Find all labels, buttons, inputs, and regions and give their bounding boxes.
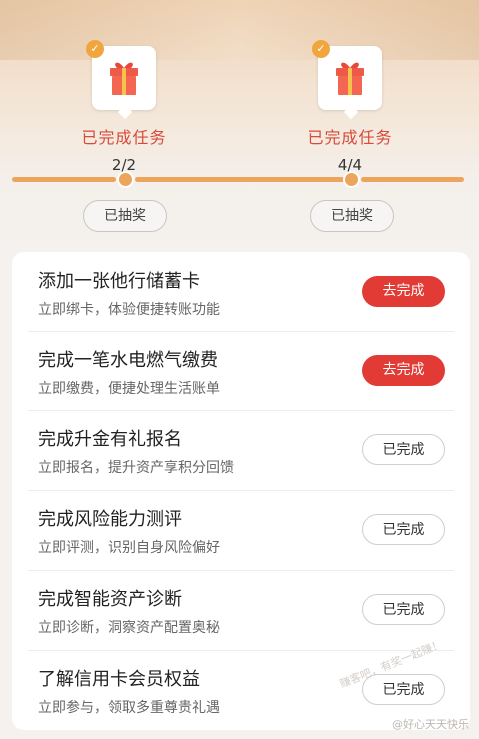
task-subtitle: 立即参与，领取多重尊贵礼遇: [38, 700, 220, 716]
completed-button[interactable]: 已完成: [362, 514, 445, 545]
claimed-button-2[interactable]: 已抽奖: [310, 200, 394, 232]
reward-status: 已完成任务: [307, 128, 393, 147]
gift-icon: [336, 62, 364, 95]
gift-icon: [110, 62, 138, 95]
reward-count: 4/4: [337, 156, 363, 174]
task-title: 完成一笔水电燃气缴费: [38, 350, 218, 371]
check-badge-icon: ✓: [86, 40, 104, 58]
task-title: 完成智能资产诊断: [38, 589, 182, 610]
task-item: 完成风险能力测评 立即评测，识别自身风险偏好 已完成: [12, 490, 470, 569]
task-item: 添加一张他行储蓄卡 立即绑卡，体验便捷转账功能 去完成: [12, 252, 470, 331]
reward-milestone-2[interactable]: ✓ 已完成任务 4/4: [280, 40, 420, 174]
progress-segment: [361, 177, 464, 182]
task-subtitle: 立即评测，识别自身风险偏好: [38, 540, 220, 556]
task-subtitle: 立即报名，提升资产享积分回馈: [38, 460, 234, 476]
check-badge-icon: ✓: [312, 40, 330, 58]
reward-count: 2/2: [111, 156, 137, 174]
task-item: 完成智能资产诊断 立即诊断，洞察资产配置奥秘 已完成: [12, 570, 470, 649]
task-item: 完成一笔水电燃气缴费 立即缴费，便捷处理生活账单 去完成: [12, 331, 470, 410]
go-complete-button[interactable]: 去完成: [362, 355, 445, 386]
task-item: 完成升金有礼报名 立即报名，提升资产享积分回馈 已完成: [12, 410, 470, 489]
corner-watermark: @好心天天快乐: [392, 718, 469, 731]
gift-box: ✓: [86, 40, 156, 110]
task-title: 了解信用卡会员权益: [38, 669, 200, 690]
progress-node: [119, 173, 132, 186]
completed-button[interactable]: 已完成: [362, 434, 445, 465]
progress-node: [345, 173, 358, 186]
reward-milestone-1[interactable]: ✓ 已完成任务 2/2: [54, 40, 194, 174]
task-subtitle: 立即诊断，洞察资产配置奥秘: [38, 620, 220, 636]
task-title: 完成升金有礼报名: [38, 429, 182, 450]
progress-segment: [12, 177, 116, 182]
claimed-button-1[interactable]: 已抽奖: [83, 200, 167, 232]
task-subtitle: 立即缴费，便捷处理生活账单: [38, 381, 220, 397]
task-title: 添加一张他行储蓄卡: [38, 271, 200, 292]
task-title: 完成风险能力测评: [38, 509, 182, 530]
task-subtitle: 立即绑卡，体验便捷转账功能: [38, 302, 220, 318]
progress-bar: [12, 173, 464, 186]
reward-status: 已完成任务: [81, 128, 167, 147]
go-complete-button[interactable]: 去完成: [362, 276, 445, 307]
gift-box: ✓: [312, 40, 382, 110]
progress-segment: [135, 177, 345, 182]
completed-button[interactable]: 已完成: [362, 594, 445, 625]
